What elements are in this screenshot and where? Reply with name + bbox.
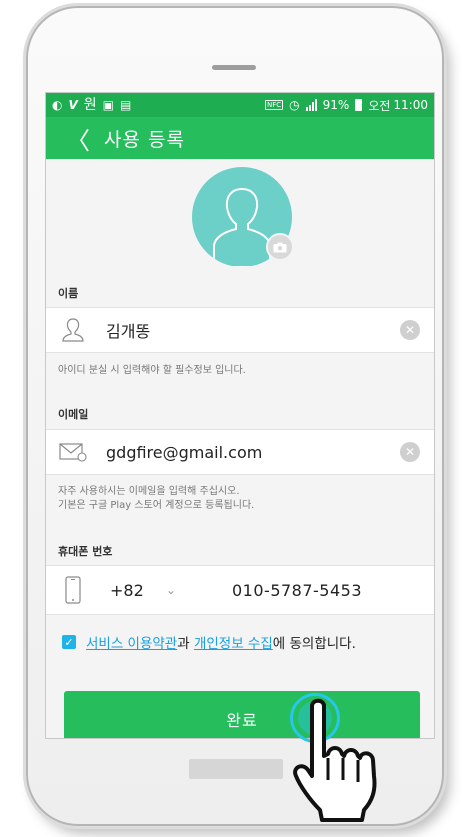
won-icon: 원	[83, 97, 97, 113]
email-label: 이메일	[58, 408, 89, 421]
name-input[interactable]: 김개똥	[106, 318, 400, 342]
phone-label: 휴대폰 번호	[58, 545, 113, 558]
nfc-icon: NFC	[265, 100, 284, 110]
v-icon: V	[68, 98, 78, 112]
status-ampm: 오전	[368, 98, 391, 113]
email-hint-1: 자주 사용하시는 이메일을 입력해 주십시오.	[58, 486, 240, 497]
phone-input[interactable]: 010-5787-5453	[232, 581, 362, 600]
clipboard-icon: ▤	[120, 98, 132, 112]
status-bar: ◐ V 원 ▣ ▤ NFC ◷ 91% 오전 11:00	[46, 93, 434, 117]
back-button[interactable]: 〈	[58, 117, 98, 159]
chevron-down-icon[interactable]: ⌄	[166, 583, 206, 597]
privacy-link[interactable]: 개인정보 수집	[194, 632, 273, 652]
close-icon: ✕	[404, 323, 416, 337]
app-bar: 〈 사용 등록	[46, 117, 434, 159]
alarm-icon: ◷	[289, 98, 300, 112]
home-key[interactable]	[189, 759, 283, 779]
page-title: 사용 등록	[104, 128, 185, 151]
email-hint-2: 기본은 구글 Play 스토어 계정으로 등록됩니다.	[58, 500, 255, 511]
hand-pointer-icon	[293, 698, 377, 822]
status-time: 11:00	[393, 98, 428, 112]
terms-link[interactable]: 서비스 이용약관	[86, 632, 177, 652]
mobile-phone-icon	[58, 575, 88, 605]
battery-icon	[355, 99, 363, 111]
agree-conjunction: 과	[177, 636, 194, 652]
person-icon	[58, 315, 88, 345]
agree-suffix: 에 동의합니다.	[272, 636, 356, 652]
country-code-select[interactable]: +82	[110, 581, 160, 600]
phone-speaker	[212, 65, 256, 70]
image-icon: ▣	[102, 98, 115, 112]
clear-email-button[interactable]: ✕	[400, 442, 420, 462]
phone-field[interactable]: +82 ⌄ 010-5787-5453	[46, 565, 434, 615]
app-screen: ◐ V 원 ▣ ▤ NFC ◷ 91% 오전 11:00 〈 사용 등록 이름 …	[46, 93, 434, 738]
name-field[interactable]: 김개똥 ✕	[46, 307, 434, 353]
app-notification-icon: ◐	[52, 98, 63, 112]
chevron-left-icon: 〈	[66, 126, 90, 155]
name-label: 이름	[58, 287, 79, 300]
name-hint: 아이디 분실 시 입력해야 할 필수정보 입니다.	[58, 365, 246, 376]
camera-icon[interactable]	[266, 233, 294, 261]
profile-photo[interactable]	[192, 167, 294, 267]
close-icon: ✕	[404, 445, 416, 459]
agreement-row: ✓ 서비스 이용약관 과 개인정보 수집 에 동의합니다.	[62, 632, 356, 652]
agree-checkbox[interactable]: ✓	[62, 635, 76, 649]
battery-percent: 91%	[322, 98, 350, 112]
email-input[interactable]: gdgfire@gmail.com	[106, 443, 400, 462]
checkmark-icon: ✓	[64, 635, 74, 649]
clear-name-button[interactable]: ✕	[400, 320, 420, 340]
signal-icon	[305, 99, 317, 111]
mail-icon	[58, 437, 88, 467]
email-field[interactable]: gdgfire@gmail.com ✕	[46, 429, 434, 475]
